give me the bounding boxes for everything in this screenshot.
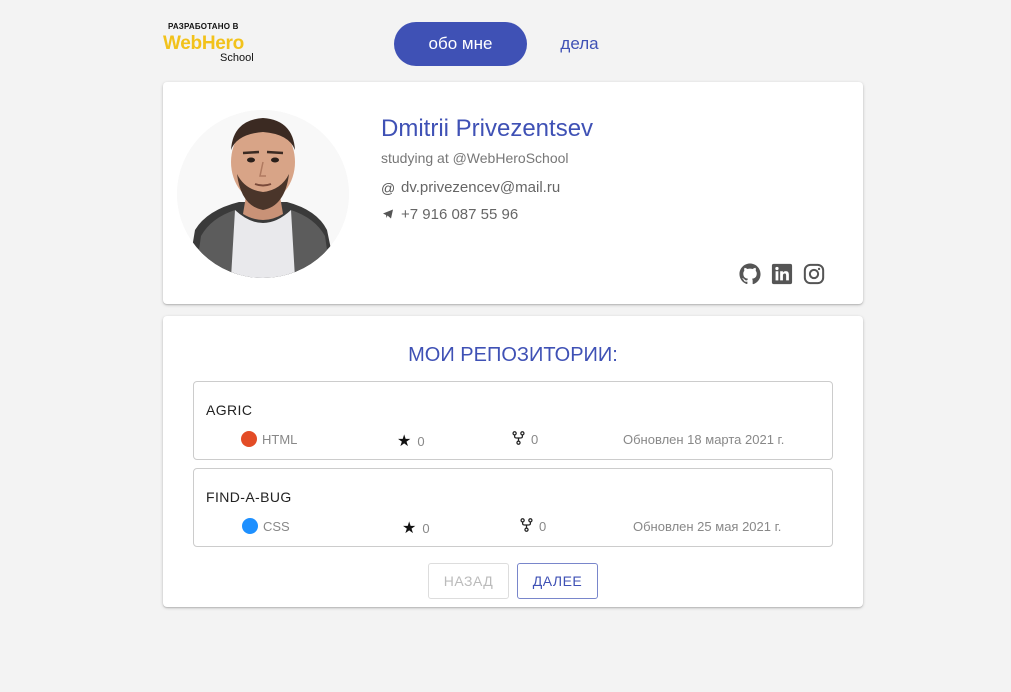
profile-phone[interactable]: +7 916 087 55 96 [381,206,518,223]
profile-subtitle: studying at @WebHeroSchool [381,150,569,166]
webhero-logo: РАЗРАБОТАНО В WebHero School [163,22,263,66]
phone-text: +7 916 087 55 96 [401,206,519,223]
profile-card: Dmitrii Privezentsev studying at @WebHer… [163,82,863,304]
pagination-next-button[interactable]: ДАЛЕЕ [517,563,598,599]
language-label: CSS [263,518,290,534]
profile-name: Dmitrii Privezentsev [381,115,594,142]
pagination-back-button[interactable]: НАЗАД [428,563,509,599]
repo-language: HTML [241,431,297,447]
repo-name: FIND-A-BUG [206,489,292,505]
repo-stars: ★ 0 [397,431,425,451]
repo-item[interactable]: AGRIC HTML ★ 0 0 Обновлен 18 марта 2021 … [193,381,833,460]
language-label: HTML [262,431,298,447]
email-text: dv.privezencev@mail.ru [401,179,561,196]
repo-forks: 0 [520,518,546,535]
star-icon: ★ [397,433,412,450]
instagram-icon[interactable] [803,263,825,285]
logo-line1: РАЗРАБОТАНО В [168,22,239,31]
avatar-photo [177,110,349,278]
repo-language: CSS [242,518,290,534]
avatar [177,110,349,278]
telegram-icon [381,207,395,223]
fork-icon [520,518,533,535]
social-links [739,263,825,285]
language-dot-icon [242,518,258,534]
repo-stars: ★ 0 [402,518,430,538]
github-icon[interactable] [739,263,761,285]
repositories-title: МОИ РЕПОЗИТОРИИ: [408,344,618,366]
repo-name: AGRIC [206,402,253,418]
at-icon: @ [381,179,396,196]
repo-item[interactable]: FIND-A-BUG CSS ★ 0 0 Обновлен 25 мая 202… [193,468,833,547]
fork-icon [512,431,525,448]
repo-updated: Обновлен 25 мая 2021 г. [633,519,782,534]
stars-count: 0 [422,520,430,536]
repo-forks: 0 [512,431,538,448]
forks-count: 0 [539,519,547,534]
linkedin-icon[interactable] [771,263,793,285]
language-dot-icon [241,431,257,447]
forks-count: 0 [531,432,539,447]
nav-about-button[interactable]: обо мне [394,22,527,66]
repo-updated: Обновлен 18 марта 2021 г. [623,432,785,447]
logo-line3: School [220,52,254,64]
star-icon: ★ [402,520,417,537]
stars-count: 0 [417,433,425,449]
profile-email[interactable]: @ dv.privezencev@mail.ru [381,179,560,196]
repositories-card: МОИ РЕПОЗИТОРИИ: AGRIC HTML ★ 0 0 Обновл… [163,316,863,607]
nav-tasks-link[interactable]: дела [541,22,618,66]
